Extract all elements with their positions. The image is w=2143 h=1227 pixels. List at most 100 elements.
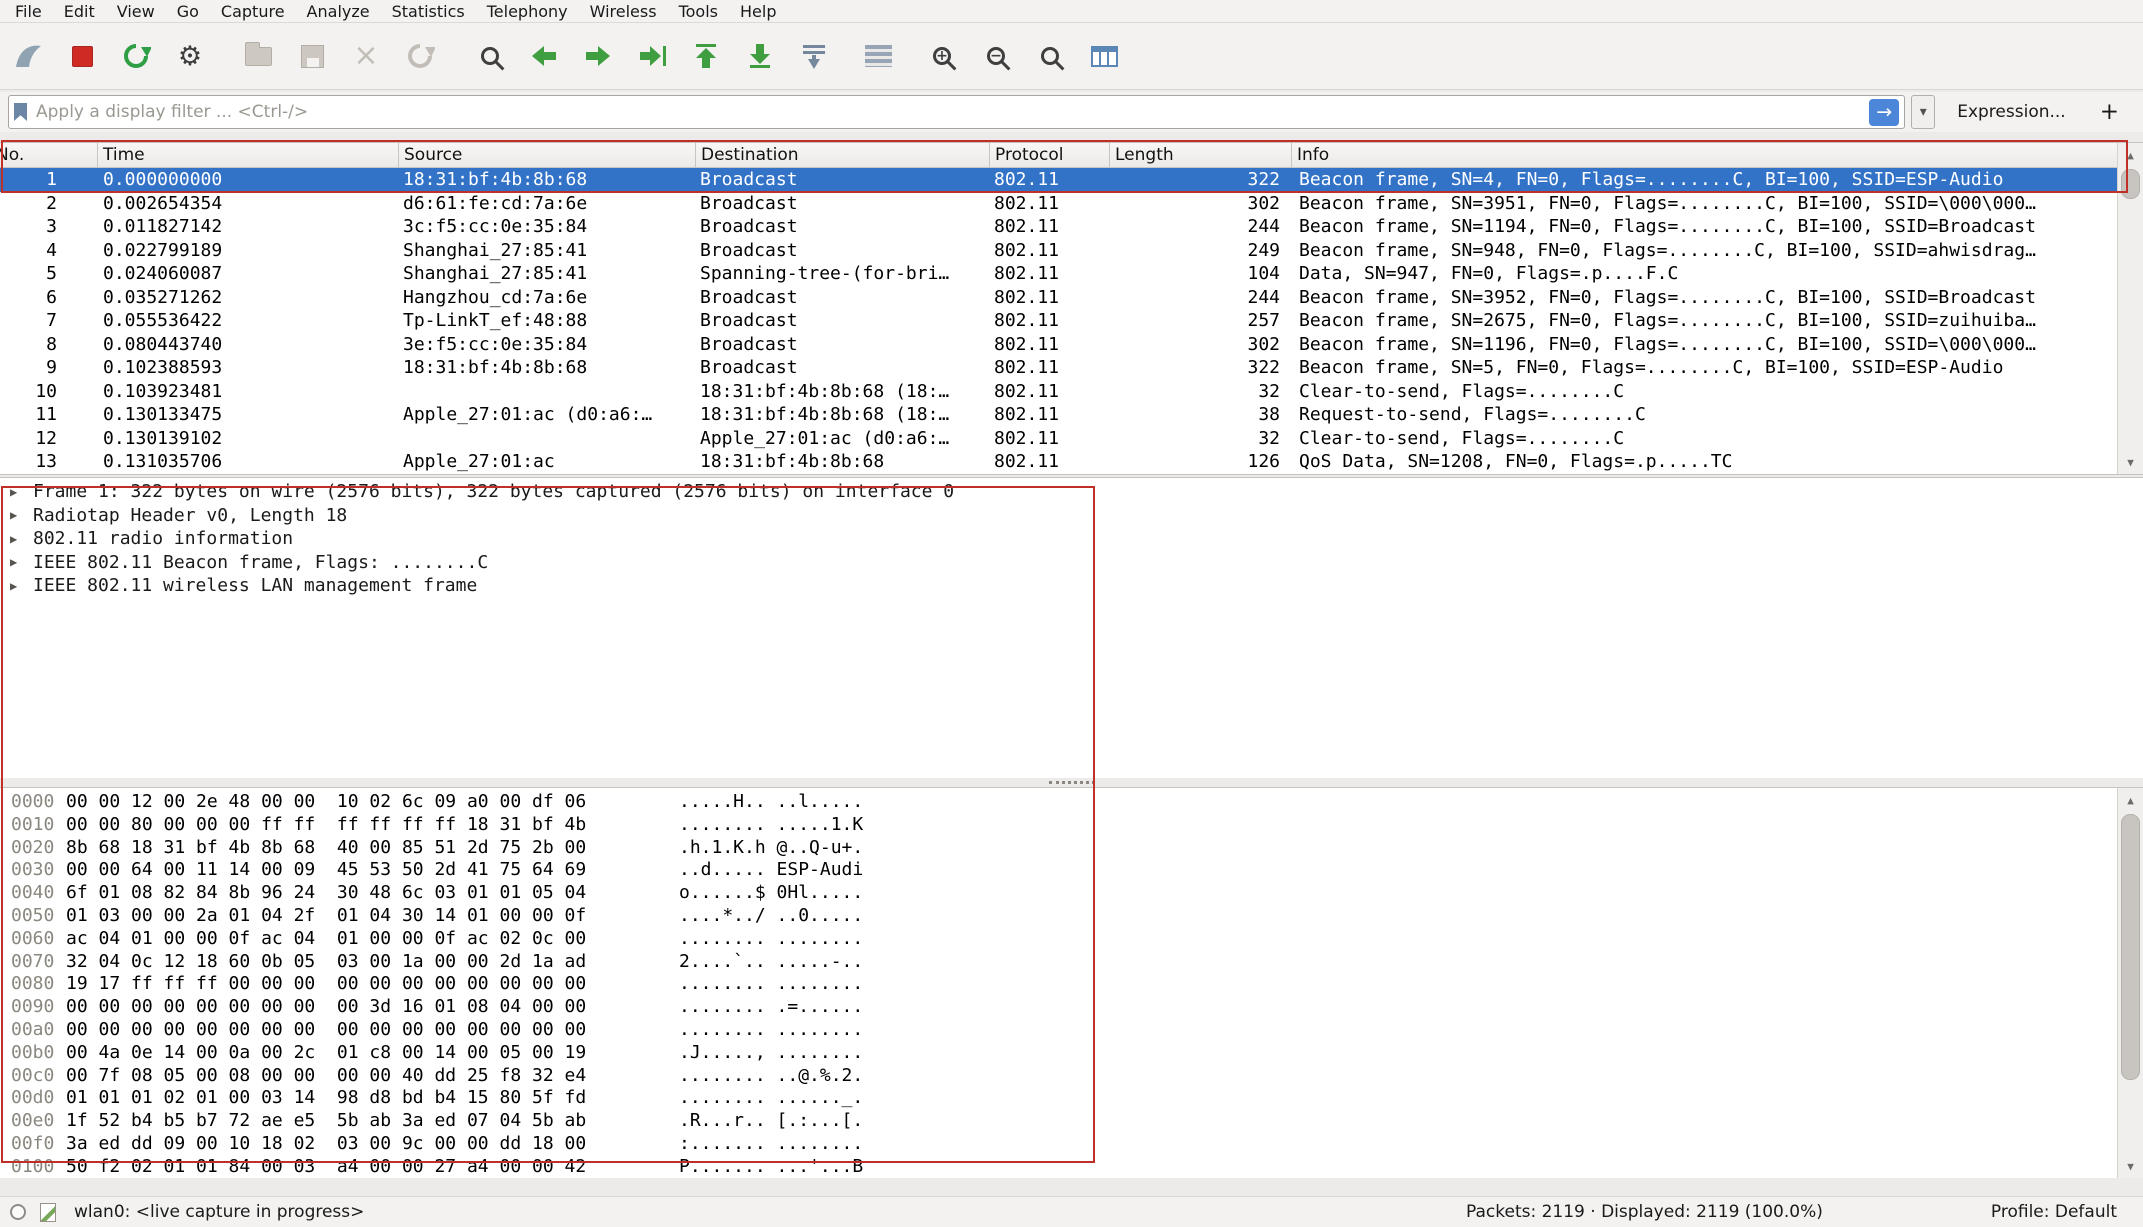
scroll-down-icon[interactable]: ▼ bbox=[2118, 1154, 2143, 1178]
reload-file-button[interactable] bbox=[398, 34, 442, 78]
menu-help[interactable]: Help bbox=[729, 0, 787, 22]
go-to-packet-button[interactable] bbox=[630, 34, 674, 78]
go-to-bottom-button[interactable] bbox=[738, 34, 782, 78]
stop-capture-button[interactable] bbox=[60, 34, 104, 78]
hex-row[interactable]: 0060ac 04 01 00 00 0f ac 04 01 00 00 0f … bbox=[0, 928, 2117, 951]
hex-row[interactable]: 010050 f2 02 01 01 84 00 03 a4 00 00 27 … bbox=[0, 1156, 2117, 1178]
menu-view[interactable]: View bbox=[106, 0, 166, 22]
go-to-top-button[interactable] bbox=[684, 34, 728, 78]
packet-row[interactable]: 120.130139102Apple_27:01:ac (d0:a6:…802.… bbox=[0, 427, 2117, 451]
menu-wireless[interactable]: Wireless bbox=[579, 0, 668, 22]
packet-row[interactable]: 90.10238859318:31:bf:4b:8b:68Broadcast80… bbox=[0, 356, 2117, 380]
menu-capture[interactable]: Capture bbox=[210, 0, 296, 22]
add-filter-button[interactable]: + bbox=[2088, 99, 2131, 125]
hex-row[interactable]: 00b000 4a 0e 14 00 0a 00 2c 01 c8 00 14 … bbox=[0, 1042, 2117, 1065]
packet-row[interactable]: 110.130133475Apple_27:01:ac (d0:a6:…18:3… bbox=[0, 403, 2117, 427]
open-file-button[interactable] bbox=[236, 34, 280, 78]
hex-row[interactable]: 008019 17 ff ff ff 00 00 00 00 00 00 00 … bbox=[0, 973, 2117, 996]
find-packet-button[interactable] bbox=[468, 34, 512, 78]
packet-row[interactable]: 130.131035706Apple_27:01:ac18:31:bf:4b:8… bbox=[0, 450, 2117, 474]
colorize-button[interactable] bbox=[856, 34, 900, 78]
packet-row[interactable]: 80.0804437403e:f5:cc:0e:35:84Broadcast80… bbox=[0, 333, 2117, 357]
hex-offset: 0090 bbox=[11, 996, 54, 1017]
column-header-no[interactable]: No. bbox=[5, 145, 24, 165]
menu-tools[interactable]: Tools bbox=[668, 0, 729, 22]
hex-row[interactable]: 00a000 00 00 00 00 00 00 00 00 00 00 00 … bbox=[0, 1019, 2117, 1042]
packet-row[interactable]: 40.022799189Shanghai_27:85:41Broadcast80… bbox=[0, 239, 2117, 263]
menu-edit[interactable]: Edit bbox=[53, 0, 106, 22]
packet-list-scrollbar[interactable]: ▲ ▼ bbox=[2117, 143, 2143, 474]
close-file-button[interactable]: × bbox=[344, 34, 388, 78]
capture-options-button[interactable]: ⚙ bbox=[168, 34, 212, 78]
hex-row[interactable]: 005001 03 00 00 2a 01 04 2f 01 04 30 14 … bbox=[0, 905, 2117, 928]
packet-row[interactable]: 10.00000000018:31:bf:4b:8b:68Broadcast80… bbox=[0, 168, 2117, 192]
expander-icon[interactable]: ▶ bbox=[10, 485, 33, 499]
menu-file[interactable]: File bbox=[4, 0, 53, 22]
hex-scrollbar[interactable]: ▲ ▼ bbox=[2117, 788, 2143, 1178]
detail-row-mgmt[interactable]: ▶IEEE 802.11 wireless LAN management fra… bbox=[0, 574, 2143, 598]
hex-row[interactable]: 000000 00 12 00 2e 48 00 00 10 02 6c 09 … bbox=[0, 791, 2117, 814]
menu-go[interactable]: Go bbox=[166, 0, 210, 22]
detail-row-beacon[interactable]: ▶IEEE 802.11 Beacon frame, Flags: ......… bbox=[0, 551, 2143, 575]
hex-row[interactable]: 00406f 01 08 82 84 8b 96 24 30 48 6c 03 … bbox=[0, 882, 2117, 905]
display-filter-input[interactable]: Apply a display filter ... <Ctrl-/> → bbox=[8, 95, 1905, 129]
hex-row[interactable]: 00c000 7f 08 05 00 08 00 00 00 00 40 dd … bbox=[0, 1065, 2117, 1088]
hex-row[interactable]: 00f03a ed dd 09 00 10 18 02 03 00 9c 00 … bbox=[0, 1133, 2117, 1156]
hex-row[interactable]: 00e01f 52 b4 b5 b7 72 ae e5 5b ab 3a ed … bbox=[0, 1110, 2117, 1133]
detail-row-radio-info[interactable]: ▶802.11 radio information bbox=[0, 527, 2143, 551]
column-header-info[interactable]: Info bbox=[1292, 143, 2117, 167]
expression-button[interactable]: Expression... bbox=[1941, 102, 2082, 122]
column-header-length[interactable]: Length bbox=[1110, 143, 1292, 167]
expander-icon[interactable]: ▶ bbox=[10, 508, 33, 522]
packet-row[interactable]: 60.035271262Hangzhou_cd:7a:6eBroadcast80… bbox=[0, 286, 2117, 310]
column-header-protocol[interactable]: Protocol bbox=[990, 143, 1110, 167]
start-capture-button[interactable] bbox=[6, 34, 50, 78]
expander-icon[interactable]: ▶ bbox=[10, 555, 33, 569]
menu-analyze[interactable]: Analyze bbox=[296, 0, 381, 22]
go-forward-button[interactable] bbox=[576, 34, 620, 78]
hex-row[interactable]: 001000 00 80 00 00 00 ff ff ff ff ff ff … bbox=[0, 814, 2117, 837]
column-header-time[interactable]: Time bbox=[98, 143, 399, 167]
resize-columns-button[interactable] bbox=[1082, 34, 1126, 78]
packet-row[interactable]: 50.024060087Shanghai_27:85:41Spanning-tr… bbox=[0, 262, 2117, 286]
hex-row[interactable]: 007032 04 0c 12 18 60 0b 05 03 00 1a 00 … bbox=[0, 951, 2117, 974]
hex-row[interactable]: 003000 00 64 00 11 14 00 09 45 53 50 2d … bbox=[0, 859, 2117, 882]
filter-dropdown-button[interactable]: ▾ bbox=[1911, 95, 1935, 129]
pane-splitter[interactable] bbox=[0, 778, 2143, 787]
packet-row[interactable]: 20.002654354d6:61:fe:cd:7a:6eBroadcast80… bbox=[0, 192, 2117, 216]
hex-row[interactable]: 00d001 01 01 02 01 00 03 14 98 d8 bd b4 … bbox=[0, 1087, 2117, 1110]
scrollbar-thumb[interactable] bbox=[2121, 814, 2140, 1080]
column-header-source[interactable]: Source bbox=[399, 143, 696, 167]
column-header-destination[interactable]: Destination bbox=[696, 143, 990, 167]
menu-telephony[interactable]: Telephony bbox=[476, 0, 579, 22]
hex-row[interactable]: 009000 00 00 00 00 00 00 00 00 3d 16 01 … bbox=[0, 996, 2117, 1019]
folder-open-icon bbox=[245, 47, 272, 66]
detail-row-frame[interactable]: ▶Frame 1: 322 bytes on wire (2576 bits),… bbox=[0, 480, 2143, 504]
save-file-button[interactable] bbox=[290, 34, 334, 78]
profile-status[interactable]: Profile: Default bbox=[1991, 1202, 2117, 1222]
packet-row[interactable]: 100.10392348118:31:bf:4b:8b:68 (18:…802.… bbox=[0, 380, 2117, 404]
scroll-up-icon[interactable]: ▲ bbox=[2118, 143, 2143, 167]
cell-destination: Broadcast bbox=[696, 310, 990, 331]
capture-status-icon[interactable] bbox=[10, 1204, 26, 1220]
scrollbar-thumb[interactable] bbox=[2121, 169, 2140, 199]
menu-statistics[interactable]: Statistics bbox=[381, 0, 476, 22]
expander-icon[interactable]: ▶ bbox=[10, 579, 33, 593]
expander-icon[interactable]: ▶ bbox=[10, 532, 33, 546]
packet-row[interactable]: 30.0118271423c:f5:cc:0e:35:84Broadcast80… bbox=[0, 215, 2117, 239]
cell-time: 0.130133475 bbox=[98, 404, 399, 425]
zoom-reset-button[interactable] bbox=[1028, 34, 1072, 78]
zoom-out-button[interactable]: − bbox=[974, 34, 1018, 78]
scroll-up-icon[interactable]: ▲ bbox=[2118, 788, 2143, 812]
filter-apply-button[interactable]: → bbox=[1869, 99, 1899, 126]
auto-scroll-button[interactable] bbox=[792, 34, 836, 78]
detail-row-radiotap[interactable]: ▶Radiotap Header v0, Length 18 bbox=[0, 504, 2143, 528]
packet-row[interactable]: 70.055536422Tp-LinkT_ef:48:88Broadcast80… bbox=[0, 309, 2117, 333]
zoom-in-button[interactable]: + bbox=[920, 34, 964, 78]
hex-row[interactable]: 00208b 68 18 31 bf 4b 8b 68 40 00 85 51 … bbox=[0, 837, 2117, 860]
scroll-down-icon[interactable]: ▼ bbox=[2118, 450, 2143, 474]
go-back-button[interactable] bbox=[522, 34, 566, 78]
filter-bookmark-icon[interactable] bbox=[14, 103, 27, 121]
capture-file-properties-icon[interactable] bbox=[40, 1203, 56, 1222]
restart-capture-button[interactable] bbox=[114, 34, 158, 78]
